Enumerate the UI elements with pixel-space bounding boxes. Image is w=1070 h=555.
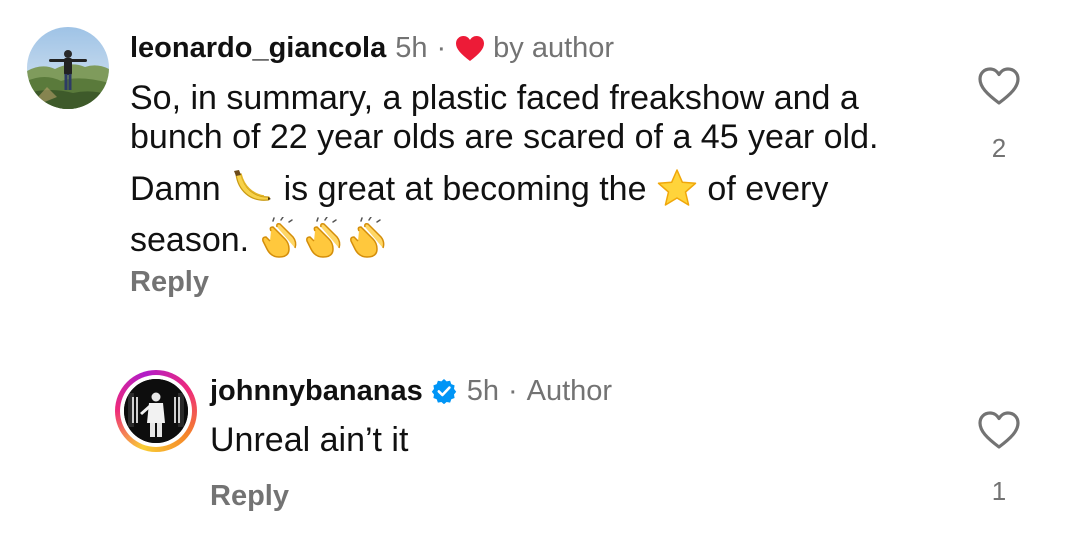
comment-text-segment: is great at becoming the [283,170,647,208]
comment-text: So, in summary, a plastic faced freaksho… [130,79,950,268]
liked-heart-icon [456,35,485,61]
comment-header: leonardo_giancola 5h · by author [130,31,614,65]
separator: · [436,32,447,64]
clapping-hands-icon [347,216,391,268]
avatar-story-ring[interactable] [115,370,197,452]
comment-paragraph: So, in summary, a plastic faced freaksho… [130,79,879,156]
comment-header: johnnybananas 5h · Author [210,374,612,408]
comment-paragraph: Damn is great at becoming the of every s… [130,168,950,268]
banana-icon [230,168,274,217]
star-icon [656,168,698,217]
avatar-photo [27,27,109,109]
avatar-photo [124,379,188,443]
username[interactable]: johnnybananas [210,374,423,408]
username[interactable]: leonardo_giancola [130,31,386,65]
like-button[interactable] [977,410,1021,455]
avatar [124,379,188,443]
avatar[interactable] [27,27,109,109]
clapping-hands-icon [303,216,347,268]
comment-text-segment: Damn [130,170,221,208]
author-label: Author [526,375,613,407]
timestamp: 5h [466,375,499,407]
heart-outline-icon [978,67,1020,105]
reply-button[interactable]: Reply [210,480,289,513]
comment-text: Unreal ain’t it [210,421,409,459]
like-button[interactable] [977,66,1021,111]
verified-badge-icon [431,378,457,405]
liked-by-author-label: by author [493,32,615,64]
timestamp: 5h [395,32,428,64]
heart-outline-icon [978,411,1020,449]
clapping-hands-icon [259,216,303,268]
like-count[interactable]: 1 [977,476,1021,507]
reply-button[interactable]: Reply [130,266,209,299]
separator: · [507,375,518,407]
like-count[interactable]: 2 [977,133,1021,164]
